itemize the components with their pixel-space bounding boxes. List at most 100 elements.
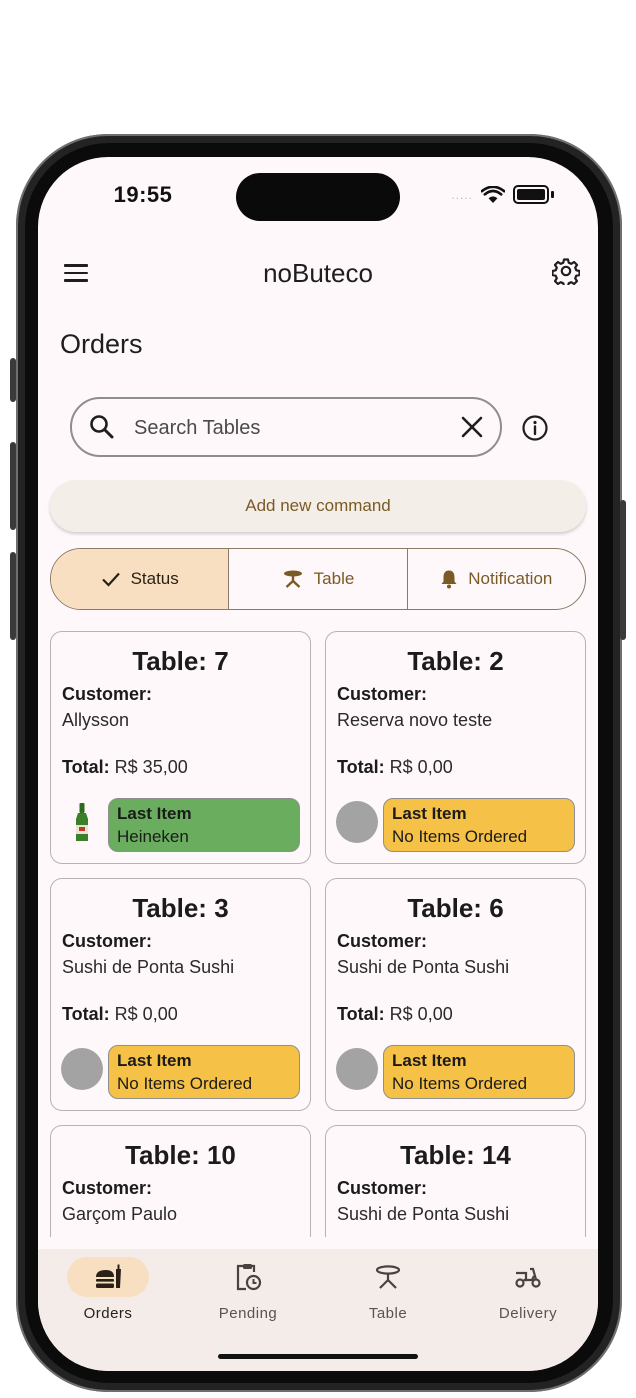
table-card[interactable]: Table: 3 Customer: Sushi de Ponta Sushi … — [50, 878, 311, 1111]
table-card[interactable]: Table: 2 Customer: Reserva novo teste To… — [325, 631, 586, 864]
filter-status[interactable]: Status — [51, 549, 229, 609]
last-item-name: No Items Ordered — [117, 1074, 253, 1093]
total-row: Total: R$ 0,00 — [337, 1004, 453, 1025]
last-item-name: Heineken — [117, 827, 189, 846]
nav-pending[interactable]: Pending — [178, 1257, 318, 1337]
last-item-badge: Last Item Heineken — [108, 798, 300, 852]
nav-table[interactable]: Table — [318, 1257, 458, 1337]
nav-orders-label: Orders — [83, 1305, 133, 1322]
customer-label: Customer: — [62, 1178, 153, 1198]
nav-pending-indicator — [207, 1257, 289, 1297]
table-card[interactable]: Table: 14 Customer: Sushi de Ponta Sushi — [325, 1125, 586, 1237]
page-title: Orders — [60, 329, 143, 359]
customer-name: Garçom Paulo — [62, 1204, 178, 1224]
gear-icon[interactable] — [552, 257, 580, 285]
nav-table-label: Table — [368, 1305, 408, 1322]
search-icon — [90, 415, 114, 439]
nav-delivery-label: Delivery — [498, 1305, 558, 1322]
total-label: Total: — [62, 1004, 110, 1024]
last-item-label: Last Item — [117, 1051, 192, 1070]
status-time: 19:55 — [113, 182, 173, 207]
customer-name: Sushi de Ponta Sushi — [62, 957, 235, 977]
table-card[interactable]: Table: 6 Customer: Sushi de Ponta Sushi … — [325, 878, 586, 1111]
last-item-name: No Items Ordered — [392, 1074, 528, 1093]
filter-table-label: Table — [313, 569, 355, 588]
info-icon[interactable] — [521, 414, 549, 442]
filter-notification[interactable]: Notification — [406, 549, 585, 609]
nav-delivery[interactable]: Delivery — [458, 1257, 598, 1337]
bottom-navigation: Orders Pending Table Delivery — [38, 1249, 598, 1371]
filter-status-label: Status — [130, 569, 179, 588]
customer-label: Customer: — [337, 931, 428, 951]
total-value: R$ 35,00 — [114, 757, 188, 777]
table-title: Table: 2 — [407, 646, 504, 676]
total-value: R$ 0,00 — [389, 757, 453, 777]
customer-name: Reserva novo teste — [337, 710, 493, 730]
total-label: Total: — [62, 757, 110, 777]
nav-pending-label: Pending — [218, 1305, 278, 1322]
wifi-icon — [481, 185, 505, 203]
battery-icon — [513, 185, 549, 204]
last-item-badge: Last Item No Items Ordered — [383, 1045, 575, 1099]
nav-table-indicator — [347, 1257, 429, 1297]
total-row: Total: R$ 35,00 — [62, 757, 188, 778]
table-icon — [375, 1265, 401, 1289]
customer-label: Customer: — [337, 684, 428, 704]
total-label: Total: — [337, 1004, 385, 1024]
side-button-power — [620, 500, 626, 640]
customer-name: Sushi de Ponta Sushi — [337, 957, 510, 977]
table-title: Table: 6 — [407, 893, 504, 923]
item-thumbnail-placeholder — [336, 801, 378, 843]
side-button-volume-up — [10, 442, 16, 530]
close-icon[interactable] — [460, 415, 484, 439]
last-item-label: Last Item — [392, 1051, 467, 1070]
signal-icon: ..... — [451, 187, 473, 202]
add-new-command-button[interactable]: Add new command — [50, 480, 586, 532]
nav-orders-indicator — [67, 1257, 149, 1297]
item-thumbnail — [61, 801, 103, 843]
total-row: Total: R$ 0,00 — [62, 1004, 178, 1025]
last-item-label: Last Item — [117, 804, 192, 823]
beer-bottle-icon — [76, 803, 88, 841]
customer-label: Customer: — [62, 684, 153, 704]
table-title: Table: 7 — [132, 646, 229, 676]
home-indicator[interactable] — [218, 1354, 418, 1359]
dynamic-island — [236, 173, 400, 221]
last-item-badge: Last Item No Items Ordered — [108, 1045, 300, 1099]
table-title: Table: 3 — [132, 893, 229, 923]
item-thumbnail-placeholder — [336, 1048, 378, 1090]
table-title: Table: 14 — [400, 1140, 511, 1170]
table-title: Table: 10 — [125, 1140, 236, 1170]
orders-icon — [96, 1264, 121, 1288]
bell-icon — [441, 570, 457, 589]
nav-delivery-indicator — [487, 1257, 569, 1297]
pending-icon — [236, 1264, 262, 1291]
total-value: R$ 0,00 — [389, 1004, 453, 1024]
filter-notification-label: Notification — [468, 569, 553, 588]
nav-orders[interactable]: Orders — [38, 1257, 178, 1337]
customer-name: Sushi de Ponta Sushi — [337, 1204, 510, 1224]
battery-tip — [551, 191, 554, 198]
total-value: R$ 0,00 — [114, 1004, 178, 1024]
check-icon — [101, 572, 120, 587]
search-input[interactable] — [132, 399, 436, 457]
table-icon — [283, 570, 302, 588]
app-screen: 19:55 ..... noButeco Orders Search Table… — [38, 157, 598, 1371]
item-thumbnail-placeholder — [61, 1048, 103, 1090]
table-card[interactable]: Table: 10 Customer: Garçom Paulo — [50, 1125, 311, 1237]
last-item-label: Last Item — [392, 804, 467, 823]
table-card[interactable]: Table: 7 Customer: Allysson Total: R$ 35… — [50, 631, 311, 864]
last-item-name: No Items Ordered — [392, 827, 528, 846]
tables-grid: Table: 7 Customer: Allysson Total: R$ 35… — [50, 631, 586, 1237]
search-bar — [70, 397, 502, 457]
total-label: Total: — [337, 757, 385, 777]
customer-label: Customer: — [337, 1178, 428, 1198]
app-bar: noButeco — [38, 252, 598, 292]
total-row: Total: R$ 0,00 — [337, 757, 453, 778]
customer-name: Allysson — [62, 710, 130, 730]
app-title: noButeco — [263, 258, 373, 288]
delivery-icon — [515, 1267, 541, 1288]
filter-table[interactable]: Table — [228, 549, 406, 609]
side-button-silent — [10, 358, 16, 402]
customer-label: Customer: — [62, 931, 153, 951]
